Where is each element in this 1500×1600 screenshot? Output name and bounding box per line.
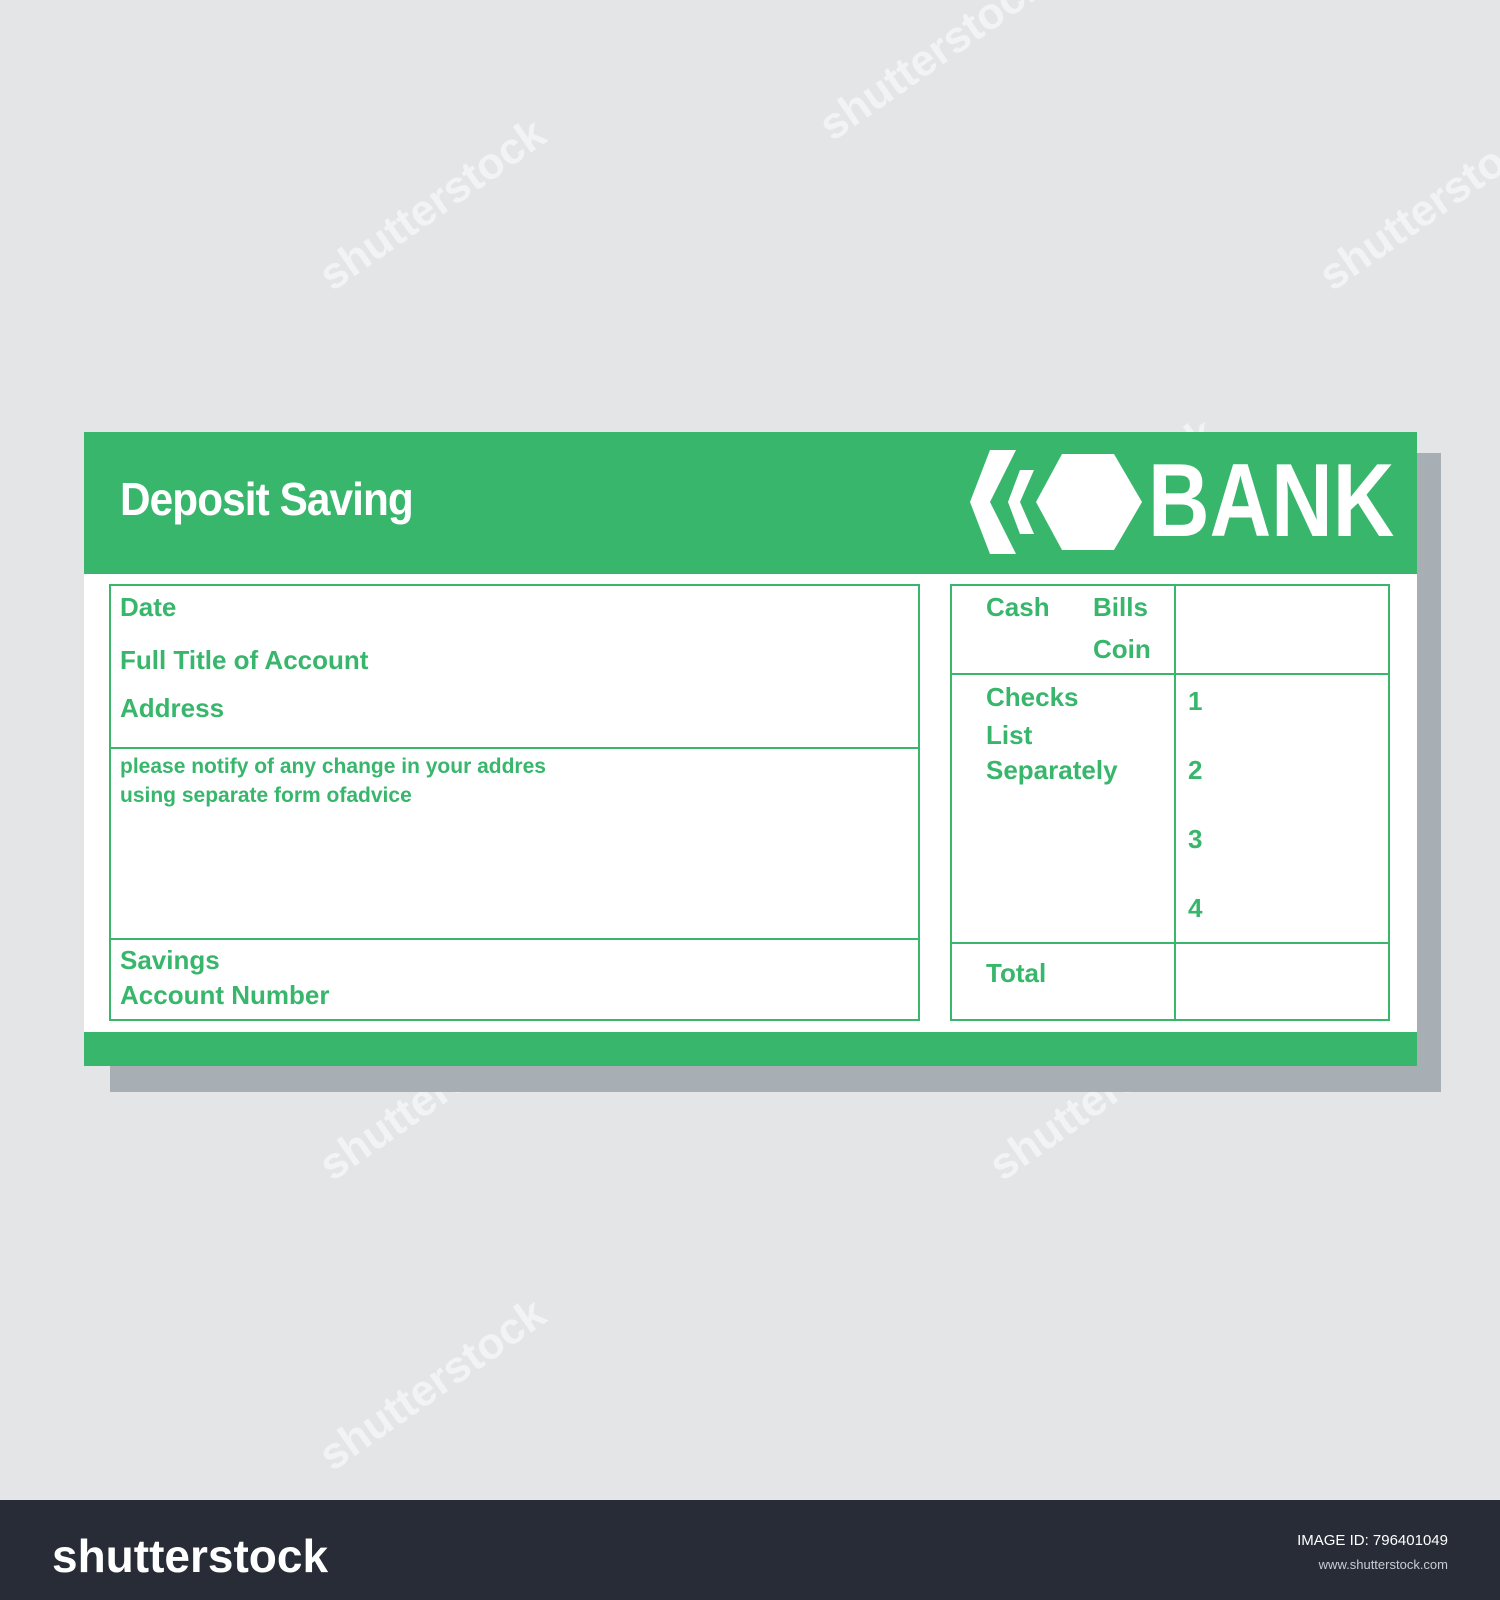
divider [109,747,920,749]
divider [1174,584,1176,1021]
brand-text: shutterstock [52,1530,328,1582]
divider [950,673,1390,675]
slip-header: Deposit Saving BANK [84,432,1417,574]
savings-label: Savings [120,945,220,975]
total-label: Total [986,958,1047,988]
check-number: 1 [1188,686,1203,716]
checks-label: Checks [986,682,1079,712]
slip-title: Deposit Saving [120,473,414,525]
divider [950,942,1390,944]
account-number-label: Account Number [120,980,330,1010]
address-label: Address [120,693,225,723]
address-change-notice: using separate form ofadvice [120,784,412,807]
watermark-text: shutterstock [310,108,555,301]
watermark-text: shutterstock [310,1288,555,1481]
deposit-slip: Deposit Saving BANK Date Full Title of A… [84,432,1417,1066]
bank-logo-icon [970,450,1142,554]
cash-label: Cash [986,592,1050,622]
check-number: 3 [1188,824,1203,854]
address-change-notice: please notify of any change in your addr… [120,755,546,778]
check-number: 2 [1188,755,1203,785]
list-label: List [986,720,1033,750]
image-id: IMAGE ID: 796401049 [1297,1532,1448,1549]
date-label: Date [120,592,177,622]
bills-label: Bills [1093,592,1148,622]
divider [109,938,920,940]
slip-footer-bar [84,1032,1417,1066]
watermark-text: shutterstock [1310,108,1500,301]
separately-label: Separately [986,755,1118,785]
bank-name: BANK [1148,443,1395,559]
full-title-label: Full Title of Account [120,645,369,675]
image-url: www.shutterstock.com [1318,1557,1448,1572]
check-number: 4 [1188,893,1203,923]
watermark-text: shutterstock [810,0,1055,151]
shutterstock-logo: shutterstock [52,1530,328,1582]
stock-footer-bar: shutterstock IMAGE ID: 796401049 www.shu… [0,1500,1500,1600]
coin-label: Coin [1093,634,1151,664]
